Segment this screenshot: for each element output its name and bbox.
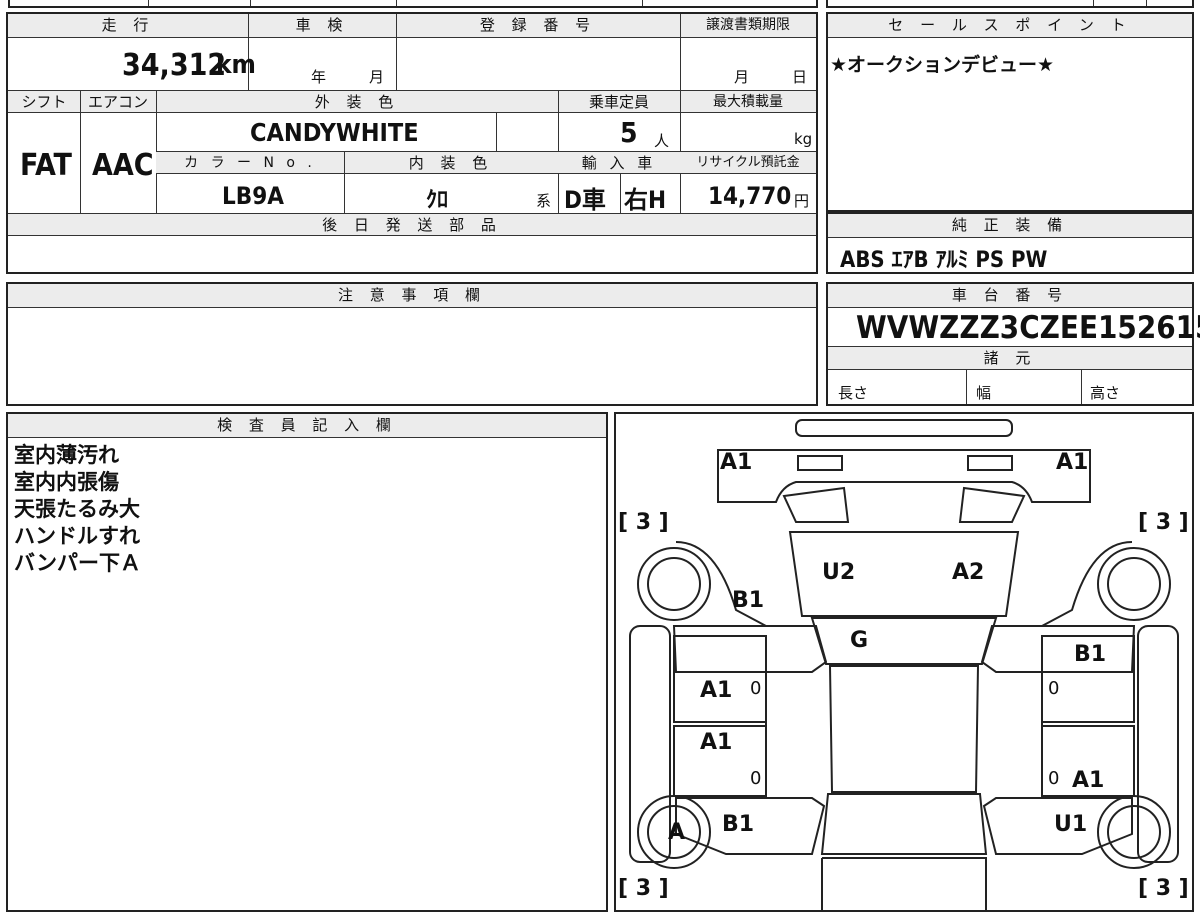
vehicle-info-table: 走 行 車 検 登 録 番 号 譲渡書類期限 34,312 km 年 月 月 日… xyxy=(6,12,818,274)
chassis-box: 車 台 番 号 WVWZZZ3CZEE152615 諸 元 長さ 幅 高さ xyxy=(826,282,1200,406)
inspection-label: 車 検 xyxy=(248,14,396,38)
shift-label: シフト xyxy=(8,91,80,113)
sales-point-box: セ ー ル ス ポ イ ン ト ★オークションデビュー★ xyxy=(826,12,1194,212)
aircon-value: AAC xyxy=(92,148,154,183)
spec-height: 高さ xyxy=(1090,384,1121,402)
handle-value: 右H xyxy=(624,186,667,214)
mark-front-door-left: A1 xyxy=(700,678,733,703)
top-strip-right xyxy=(826,0,1194,8)
mileage-value: 34,312 xyxy=(122,48,227,83)
chassis-value: WVWZZZ3CZEE152615 xyxy=(856,310,1200,346)
exterior-value: CANDYWHITE xyxy=(250,118,419,147)
import-label: 輸 入 車 xyxy=(558,152,680,174)
notes-label: 注 意 事 項 欄 xyxy=(8,284,816,308)
color-no-label: カ ラ ー N o . xyxy=(156,152,344,174)
sales-point-label: セ ー ル ス ポ イ ン ト xyxy=(828,14,1192,38)
interior-unit: 系 xyxy=(536,192,552,210)
inspector-note-line: 室内内張傷 xyxy=(14,470,119,494)
spec-length: 長さ xyxy=(838,384,869,402)
capacity-value: 5 xyxy=(620,116,638,149)
mark-rear-door-right: A1 xyxy=(1072,768,1105,793)
mark-hood-right: A2 xyxy=(952,560,985,585)
chassis-label: 車 台 番 号 xyxy=(828,284,1192,308)
spec-width: 幅 xyxy=(976,384,992,402)
mark-quarter-left: B1 xyxy=(722,812,755,837)
mark-hood-left: U2 xyxy=(822,560,856,585)
inspection-month: 月 xyxy=(369,68,385,86)
mark-tire-fl: [ 3 ] xyxy=(618,510,669,535)
recycle-unit: 円 xyxy=(794,192,810,210)
mark-front-left: A1 xyxy=(720,450,753,475)
sales-point-text: ★オークションデビュー★ xyxy=(830,54,1055,76)
inspection-year: 年 xyxy=(311,68,327,86)
equipment-label: 純 正 装 備 xyxy=(828,214,1192,238)
inspector-label: 検 査 員 記 入 欄 xyxy=(8,414,606,438)
inspector-note-line: ハンドルすれ xyxy=(14,524,140,548)
color-no-value: LB9A xyxy=(222,182,284,210)
deadline-day: 日 xyxy=(792,68,808,86)
mileage-unit: km xyxy=(216,50,256,80)
mark-zero-4: 0 xyxy=(1048,768,1060,789)
deadline-month: 月 xyxy=(734,68,750,86)
mark-front-right: A1 xyxy=(1056,450,1089,475)
inspector-note-line: バンパー下Ａ xyxy=(14,551,142,575)
transfer-deadline-label: 譲渡書類期限 xyxy=(680,14,816,38)
mark-zero-2: 0 xyxy=(1048,678,1060,699)
inspector-note-line: 天張たるみ大 xyxy=(14,497,140,521)
mark-zero-1: 0 xyxy=(750,678,762,699)
equipment-value: ABS ｴｱB ｱﾙﾐ PS PW xyxy=(840,248,1048,273)
recycle-label: リサイクル預託金 xyxy=(680,152,816,174)
import-value: D車 xyxy=(564,186,606,214)
capacity-label: 乗車定員 xyxy=(558,91,680,113)
max-load-label: 最大積載量 xyxy=(680,91,816,113)
capacity-unit: 人 xyxy=(654,132,670,150)
interior-color-label: 内 装 色 xyxy=(344,152,558,174)
mark-windshield: G xyxy=(850,628,869,653)
interior-value: ｸﾛ xyxy=(426,188,449,213)
inspector-note-line: 室内薄汚れ xyxy=(14,443,119,467)
inspector-box: 検 査 員 記 入 欄 室内薄汚れ室内内張傷天張たるみ大 ハンドルすれ バンパー下Ａ xyxy=(6,412,608,912)
mark-tire-rl: [ 3 ] xyxy=(618,876,669,901)
top-strip xyxy=(8,0,818,8)
mark-tire-rr: [ 3 ] xyxy=(1138,876,1189,901)
mark-fender-left: B1 xyxy=(732,588,765,613)
aircon-label: エアコン xyxy=(80,91,156,113)
mark-fender-right: B1 xyxy=(1074,642,1107,667)
mark-wheel-left: A xyxy=(668,820,686,845)
equipment-box: 純 正 装 備 ABS ｴｱB ｱﾙﾐ PS PW xyxy=(826,212,1194,274)
mileage-label: 走 行 xyxy=(8,14,248,38)
shift-value: FAT xyxy=(20,148,72,183)
mark-tire-fr: [ 3 ] xyxy=(1138,510,1189,535)
spec-label: 諸 元 xyxy=(828,346,1192,370)
registration-label: 登 録 番 号 xyxy=(396,14,680,38)
inspector-notes: 室内薄汚れ室内内張傷天張たるみ大 ハンドルすれ バンパー下Ａ xyxy=(14,442,141,577)
later-parts-label: 後 日 発 送 部 品 xyxy=(8,214,816,236)
notes-box: 注 意 事 項 欄 xyxy=(6,282,818,406)
damage-diagram-box: A1 A1 [ 3 ] [ 3 ] U2 A2 B1 G B1 A1 0 0 A… xyxy=(614,412,1194,912)
mark-rear-door-left: A1 xyxy=(700,730,733,755)
load-unit: kg xyxy=(794,130,813,148)
mark-zero-3: 0 xyxy=(750,768,762,789)
recycle-value: 14,770 xyxy=(708,182,792,210)
exterior-color-label: 外 装 色 xyxy=(156,91,558,113)
mark-quarter-right: U1 xyxy=(1054,812,1088,837)
